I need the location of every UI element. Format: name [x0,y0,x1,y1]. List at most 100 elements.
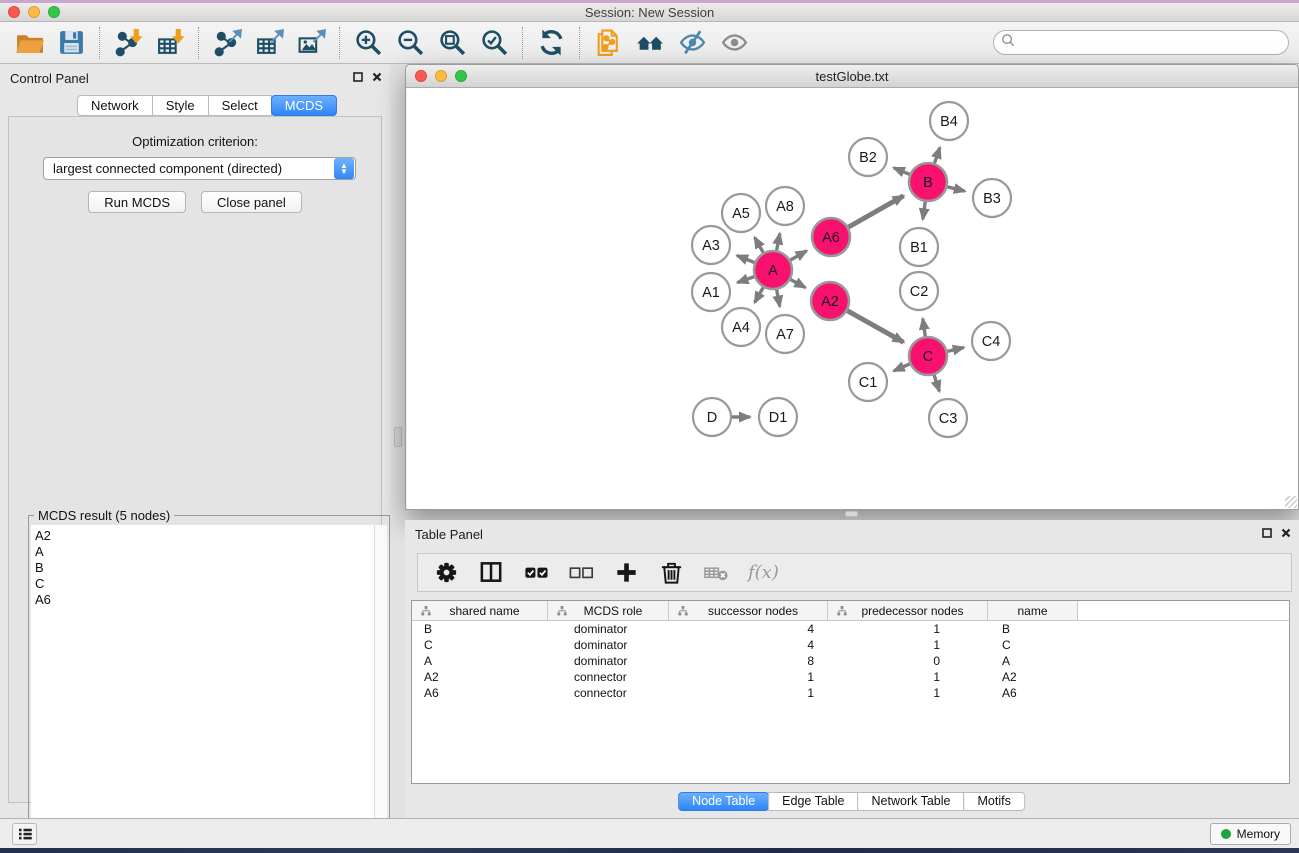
zoom-fit-button[interactable] [431,24,473,62]
horizontal-split-handle[interactable] [845,511,858,517]
column-header-successor-nodes[interactable]: successor nodes [669,601,828,620]
app-title: Session: New Session [0,5,1299,20]
optimization-criterion-select[interactable]: largest connected component (directed) ▲… [43,157,356,180]
node-A8[interactable]: A8 [766,187,804,225]
node-A4[interactable]: A4 [722,308,760,346]
node-table: shared nameMCDS rolesuccessor nodesprede… [411,600,1290,784]
column-header-shared-name[interactable]: shared name [412,601,548,620]
tab-node-table[interactable]: Node Table [678,792,769,811]
mcds-result-list[interactable]: A2ABCA6 [31,525,374,849]
column-header-filler [1078,601,1289,620]
table-cell: C [412,638,548,652]
node-A7[interactable]: A7 [766,315,804,353]
mcds-result-item[interactable]: A6 [35,592,374,608]
show-details-button[interactable] [713,24,755,62]
node-C4[interactable]: C4 [972,322,1010,360]
mcds-result-item[interactable]: A2 [35,528,374,544]
node-A5[interactable]: A5 [722,194,760,232]
node-A2[interactable]: A2 [811,282,849,320]
network-window-title: testGlobe.txt [406,69,1298,84]
node-B4[interactable]: B4 [930,102,968,140]
import-table-button[interactable] [149,24,191,62]
hide-details-icon [678,28,707,57]
zoom-in-button[interactable] [347,24,389,62]
tab-network[interactable]: Network [77,95,153,116]
memory-button[interactable]: Memory [1210,823,1291,845]
mcds-panel: Optimization criterion: largest connecte… [8,116,382,803]
save-button[interactable] [50,24,92,62]
node-B[interactable]: B [909,163,947,201]
network-canvas[interactable]: A A6 A2 B C A5A8 A3 A1A4 A7 B2 B4 B3 B1 C2 C4 C1 C3 D D1 [407,88,1298,509]
node-B2[interactable]: B2 [849,138,887,176]
export-network-icon [213,28,242,57]
table-cell: 1 [828,638,988,652]
float-table-panel-icon[interactable] [1261,527,1272,538]
close-panel-icon[interactable] [371,71,382,82]
table-row[interactable]: Bdominator41B [412,621,1289,637]
float-panel-icon[interactable] [352,71,363,82]
mcds-result-item[interactable]: B [35,560,374,576]
run-mcds-button[interactable]: Run MCDS [88,191,186,213]
column-header-predecessor-nodes[interactable]: predecessor nodes [828,601,988,620]
hide-details-button[interactable] [671,24,713,62]
import-network-button[interactable] [107,24,149,62]
select-all-button[interactable] [523,558,550,588]
column-header-name[interactable]: name [988,601,1078,620]
home-button[interactable] [629,24,671,62]
duplicate-network-button[interactable] [587,24,629,62]
zoom-out-button[interactable] [389,24,431,62]
open-file-button[interactable] [8,24,50,62]
table-cell: B [412,622,548,636]
table-panel-title: Table Panel [415,527,483,542]
refresh-button[interactable] [530,24,572,62]
node-C3[interactable]: C3 [929,399,967,437]
table-row[interactable]: A2connector11A2 [412,669,1289,685]
gear-button[interactable] [433,558,460,588]
node-A1[interactable]: A1 [692,273,730,311]
tab-style[interactable]: Style [152,95,209,116]
svg-text:B2: B2 [859,150,877,166]
node-B3[interactable]: B3 [973,179,1011,217]
table-row[interactable]: Adominator80A [412,653,1289,669]
node-D1[interactable]: D1 [759,398,797,436]
node-A6[interactable]: A6 [812,218,850,256]
column-header-MCDS-role[interactable]: MCDS role [548,601,669,620]
task-history-button[interactable] [12,823,37,845]
trash-button[interactable] [658,558,685,588]
node-B1[interactable]: B1 [900,228,938,266]
close-panel-button[interactable]: Close panel [201,191,302,213]
add-button[interactable] [613,558,640,588]
vertical-split-handle[interactable] [394,427,402,447]
resize-grip[interactable] [1285,496,1297,508]
node-D[interactable]: D [693,398,731,436]
svg-text:A4: A4 [732,320,750,336]
tab-select[interactable]: Select [208,95,272,116]
table-row[interactable]: Cdominator41C [412,637,1289,653]
export-table-button[interactable] [248,24,290,62]
tab-mcds[interactable]: MCDS [271,95,337,116]
zoom-selected-button[interactable] [473,24,515,62]
export-image-button[interactable] [290,24,332,62]
control-panel-tabs: NetworkStyleSelectMCDS [78,95,337,116]
table-cell: B [988,622,1078,636]
table-row[interactable]: A6connector11A6 [412,685,1289,701]
tab-edge-table[interactable]: Edge Table [768,792,858,811]
tab-motifs[interactable]: Motifs [963,792,1024,811]
tab-network-table[interactable]: Network Table [858,792,965,811]
export-network-button[interactable] [206,24,248,62]
node-A[interactable]: A [754,251,792,289]
network-window-titlebar[interactable]: testGlobe.txt [406,65,1298,88]
result-scrollbar[interactable] [374,525,387,849]
node-C1[interactable]: C1 [849,363,887,401]
zoom-out-icon [396,28,425,57]
deselect-all-button[interactable] [568,558,595,588]
node-C[interactable]: C [909,337,947,375]
mcds-result-item[interactable]: C [35,576,374,592]
node-C2[interactable]: C2 [900,272,938,310]
search-input[interactable] [1015,33,1288,53]
node-A3[interactable]: A3 [692,226,730,264]
close-table-panel-icon[interactable] [1280,527,1291,538]
search-field[interactable] [993,30,1289,55]
columns-button[interactable] [478,558,505,588]
mcds-result-item[interactable]: A [35,544,374,560]
